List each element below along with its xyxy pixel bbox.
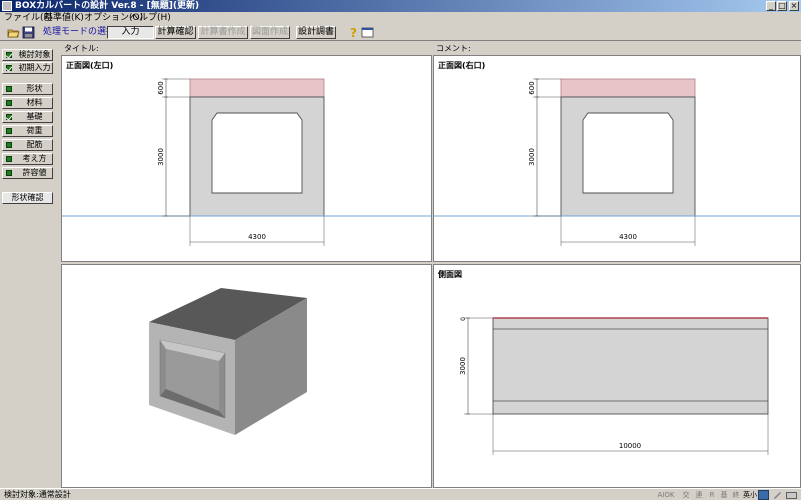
sidebar-item-label: 形状	[26, 84, 43, 93]
menu-bar: ファイル(F) 基準値(K) オプション(O) ヘルプ(H)	[0, 12, 801, 24]
status-indicator: AIOK	[657, 491, 675, 499]
side-view-pane: 側面図 0 3000 10000	[433, 264, 801, 488]
status-indicator: 交	[682, 491, 690, 499]
status-indicator: R	[709, 491, 715, 499]
sidebar-item-label: 材料	[26, 98, 43, 107]
3d-box-culvert-model	[149, 288, 307, 435]
input-button[interactable]: 入力	[107, 26, 154, 39]
sidebar-item-reinforcement[interactable]: 配筋	[2, 139, 53, 151]
menu-help[interactable]: ヘルプ(H)	[130, 12, 171, 24]
sidebar-item-shape[interactable]: 形状	[2, 83, 53, 95]
title-label: タイトル:	[64, 44, 99, 53]
dim-width-label: 4300	[248, 233, 266, 241]
dim-top-label: 600	[528, 81, 536, 94]
dim-height-label: 3000	[459, 357, 467, 375]
sidebar-item-label: 考え方	[22, 154, 47, 163]
front-view-right-drawing: 600 3000 4300	[434, 78, 800, 246]
shape-confirm-label: 形状確認	[11, 193, 44, 202]
front-view-left-pane: 正面図(左口) 600 3000 4300	[61, 55, 432, 262]
sidebar-item-load[interactable]: 荷重	[2, 125, 53, 137]
status-text: 検討対象:通常設計	[4, 490, 71, 499]
sidebar-item-label: 検討対象	[18, 50, 51, 59]
pen-icon[interactable]	[772, 490, 783, 500]
sidebar-item-foundation[interactable]: 基礎	[2, 111, 53, 123]
keyboard-icon[interactable]	[786, 490, 797, 500]
front-view-right-pane: 正面図(右口) 600 3000 4300	[433, 55, 801, 262]
dim-top-label: 600	[157, 81, 165, 94]
sidebar-item-allowable[interactable]: 許容値	[2, 167, 53, 179]
dim-height-label: 3000	[528, 148, 536, 166]
toolbar: 処理モードの選択 入力 計算確認 計算書作成 図面作成 設計調書 ?	[0, 24, 801, 41]
status-indicator: 基	[720, 491, 728, 499]
close-button[interactable]: ×	[789, 1, 799, 11]
3d-view-pane	[61, 264, 432, 488]
dim-width-label: 4300	[619, 233, 637, 241]
sidebar-item-label: 初期入力	[18, 63, 51, 72]
sidebar-item-target[interactable]: 検討対象	[2, 49, 53, 61]
design-sheet-button[interactable]: 設計調書	[296, 26, 336, 39]
check-icon	[6, 142, 12, 148]
dim-height-label: 3000	[157, 148, 165, 166]
calc-check-button[interactable]: 計算確認	[155, 26, 196, 39]
check-icon	[6, 128, 12, 134]
sidebar-item-label: 荷重	[26, 126, 43, 135]
status-indicator: 英小	[743, 491, 757, 499]
app-icon	[2, 1, 12, 11]
sidebar-item-label: 許容値	[22, 168, 47, 177]
help-icon[interactable]: ?	[347, 26, 360, 39]
save-icon[interactable]	[22, 26, 35, 39]
sidebar-item-label: 配筋	[26, 140, 43, 149]
status-indicator: 連	[695, 491, 703, 499]
check-icon	[6, 65, 12, 71]
check-icon	[6, 114, 12, 120]
mode-select-label: 処理モードの選択	[43, 27, 116, 37]
svg-text:?: ?	[350, 26, 357, 39]
side-view-drawing: 0 3000 10000	[459, 317, 769, 455]
status-bar: 検討対象:通常設計 AIOK 交 連 R 基 終 英小	[0, 488, 801, 500]
drawing-create-button[interactable]: 図面作成	[250, 26, 290, 39]
open-folder-icon[interactable]	[7, 26, 20, 39]
check-icon	[6, 156, 12, 162]
check-icon	[6, 52, 12, 58]
minimize-button[interactable]: _	[766, 1, 776, 11]
dim-top-label: 0	[460, 317, 467, 321]
sidebar-item-approach[interactable]: 考え方	[2, 153, 53, 165]
window-title: BOXカルバートの設計 Ver.8 - [無題](更新)	[15, 1, 200, 11]
ime-icon[interactable]	[758, 490, 769, 500]
sidebar: 検討対象 初期入力 形状 材料 基礎 荷重 配筋 考え方 許容値 形状確認	[0, 42, 59, 488]
status-indicator: 終	[732, 491, 740, 499]
comment-label: コメント:	[436, 44, 471, 53]
report-create-button[interactable]: 計算書作成	[198, 26, 248, 39]
check-icon	[6, 100, 12, 106]
sidebar-item-material[interactable]: 材料	[2, 97, 53, 109]
maximize-button[interactable]: □	[777, 1, 787, 11]
front-view-left-drawing: 600 3000 4300	[62, 78, 431, 246]
check-icon	[6, 86, 12, 92]
sidebar-item-initial-input[interactable]: 初期入力	[2, 62, 53, 74]
dim-length-label: 10000	[619, 442, 641, 450]
check-icon	[6, 170, 12, 176]
window-icon[interactable]	[361, 26, 374, 39]
menu-standard[interactable]: 基準値(K)	[44, 12, 84, 24]
shape-confirm-button[interactable]: 形状確認	[2, 192, 53, 204]
sidebar-item-label: 基礎	[26, 112, 43, 121]
title-bar: BOXカルバートの設計 Ver.8 - [無題](更新) _ □ ×	[0, 0, 801, 12]
